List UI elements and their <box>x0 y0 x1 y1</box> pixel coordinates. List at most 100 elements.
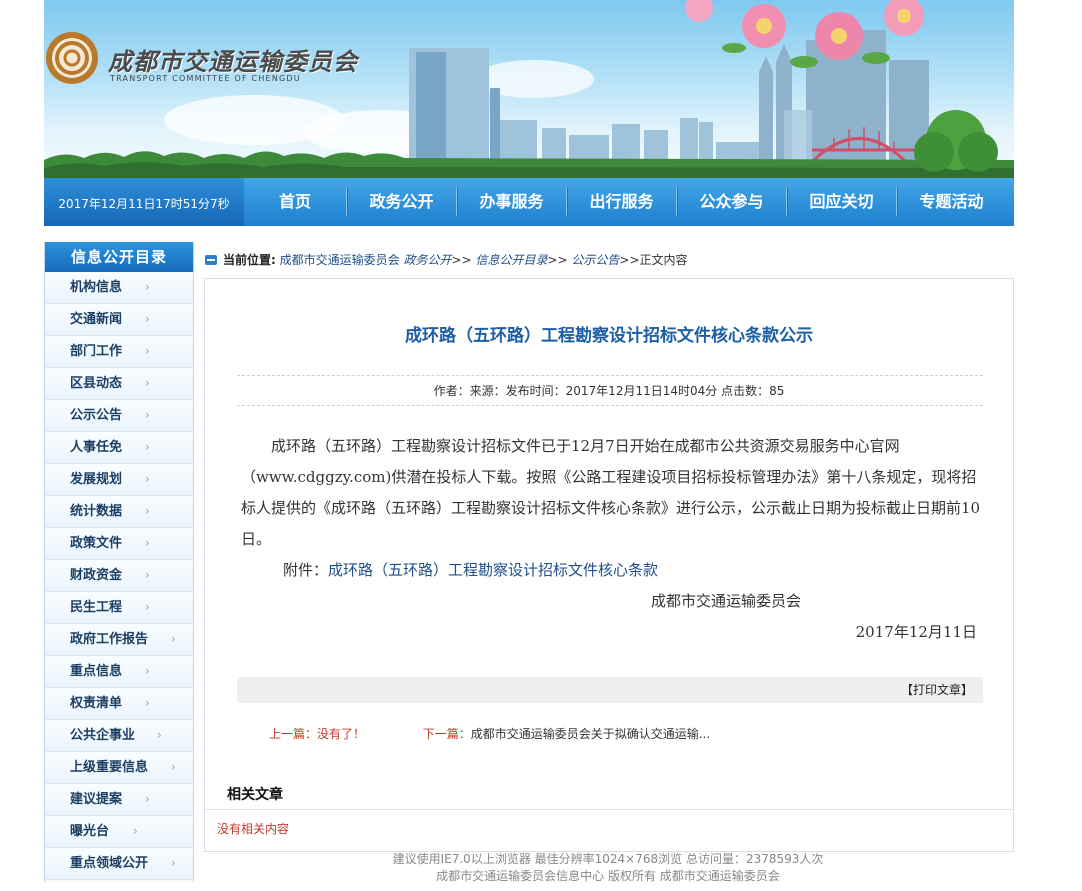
nav-services[interactable]: 办事服务 <box>457 178 566 226</box>
sidebar-item-personnel[interactable]: 人事任免 › <box>45 432 193 464</box>
sidebar-item-label: 统计数据 <box>70 504 123 519</box>
sidebar-item-key-areas[interactable]: 重点领域公开 › <box>45 848 193 880</box>
prev-next-nav: 上一篇：没有了！ 下一篇：成都市交通运输委员会关于拟确认交通运输... <box>269 725 710 742</box>
page-footer: 建议使用IE7.0以上浏览器 最佳分辨率1024×768浏览 总访问量：2378… <box>204 851 1012 885</box>
sidebar-item-label: 上级重要信息 <box>70 760 149 775</box>
next-label: 下一篇： <box>422 727 471 741</box>
breadcrumb-separator: >> <box>451 253 472 267</box>
sidebar-item-label: 财政资金 <box>70 568 123 583</box>
sidebar-item-proposals[interactable]: 建议提案 › <box>45 784 193 816</box>
sidebar-item-livelihood[interactable]: 民生工程 › <box>45 592 193 624</box>
sidebar-item-org-info[interactable]: 机构信息 › <box>45 272 193 304</box>
breadcrumb: 当前位置: 成都市交通运输委员会 政务公开>> 信息公开目录>> 公示公告>>正… <box>205 250 688 270</box>
chevron-right-icon: › <box>145 312 150 326</box>
sidebar-item-label: 区县动态 <box>70 376 123 391</box>
chevron-right-icon: › <box>145 504 150 518</box>
sidebar-item-development-plan[interactable]: 发展规划 › <box>45 464 193 496</box>
site-header: 成都市交通运输委员会 TRANSPORT COMMITTEE OF CHENGD… <box>44 0 1014 178</box>
sidebar-item-superior-info[interactable]: 上级重要信息 › <box>45 752 193 784</box>
article-body: 成环路（五环路）工程勘察设计招标文件已于12月7日开始在成都市公共资源交易服务中… <box>241 431 981 648</box>
committee-emblem-logo <box>46 32 98 84</box>
breadcrumb-level2-link[interactable]: 信息公开目录 <box>475 253 547 267</box>
sidebar-item-power-list[interactable]: 权责清单 › <box>45 688 193 720</box>
nav-public-participation[interactable]: 公众参与 <box>677 178 786 226</box>
sidebar-item-policy-documents[interactable]: 政策文件 › <box>45 528 193 560</box>
chevron-right-icon: › <box>145 344 150 358</box>
sidebar-title: 信息公开目录 <box>45 242 193 272</box>
sidebar-item-label: 部门工作 <box>70 344 123 359</box>
sidebar-item-department-work[interactable]: 部门工作 › <box>45 336 193 368</box>
article-paragraph: 成环路（五环路）工程勘察设计招标文件已于12月7日开始在成都市公共资源交易服务中… <box>241 437 981 548</box>
chevron-right-icon: › <box>171 760 176 774</box>
signer: 成都市交通运输委员会 <box>651 592 802 610</box>
sidebar-item-transport-news[interactable]: 交通新闻 › <box>45 304 193 336</box>
sidebar-item-district-news[interactable]: 区县动态 › <box>45 368 193 400</box>
chevron-right-icon: › <box>145 696 150 710</box>
sidebar-item-statistics[interactable]: 统计数据 › <box>45 496 193 528</box>
nav-home[interactable]: 首页 <box>244 178 346 226</box>
breadcrumb-current: 正文内容 <box>639 253 688 267</box>
chevron-right-icon: › <box>145 440 150 454</box>
sidebar-item-label: 民生工程 <box>70 600 123 615</box>
footer-line: 建议使用IE7.0以上浏览器 最佳分辨率1024×768浏览 总访问量：2378… <box>392 852 824 866</box>
location-icon <box>205 254 217 265</box>
chevron-right-icon: › <box>133 824 138 838</box>
chevron-right-icon: › <box>145 600 150 614</box>
chevron-right-icon: › <box>145 568 150 582</box>
breadcrumb-level3-link[interactable]: 公示公告 <box>571 253 619 267</box>
chevron-right-icon: › <box>145 664 150 678</box>
chevron-right-icon: › <box>145 408 150 422</box>
info-catalog-sidebar: 信息公开目录 机构信息 › 交通新闻 › 部门工作 › 区县动态 › 公示公告 › 人事任… <box>44 242 194 882</box>
attachment-link[interactable]: 成环路（五环路）工程勘察设计招标文件核心条款 <box>328 561 658 579</box>
sidebar-item-label: 政策文件 <box>70 536 123 551</box>
nav-special-activities[interactable]: 专题活动 <box>897 178 1006 226</box>
sidebar-item-public-enterprises[interactable]: 公共企事业 › <box>45 720 193 752</box>
main-nav: 2017年12月11日17时51分7秒 首页 政务公开 办事服务 出行服务 公众… <box>44 178 1014 226</box>
sidebar-item-label: 人事任免 <box>70 440 123 455</box>
current-datetime: 2017年12月11日17时51分7秒 <box>44 178 244 226</box>
article-title: 成环路（五环路）工程勘察设计招标文件核心条款公示 <box>405 326 813 346</box>
nav-travel-services[interactable]: 出行服务 <box>567 178 676 226</box>
breadcrumb-label: 当前位置: <box>223 253 276 267</box>
breadcrumb-level1-link[interactable]: 政务公开 <box>403 253 451 267</box>
divider <box>205 809 1013 810</box>
article-meta: 作者：来源：发布时间：2017年12月11日14时04分 点击数：85 <box>433 384 785 398</box>
org-name-en: TRANSPORT COMMITTEE OF CHENGDU <box>110 74 301 83</box>
sidebar-item-label: 交通新闻 <box>70 312 123 327</box>
chevron-right-icon: › <box>171 856 176 870</box>
chevron-right-icon: › <box>145 792 150 806</box>
org-name-cn: 成都市交通运输委员会 <box>108 48 358 76</box>
related-articles-title: 相关文章 <box>227 787 283 803</box>
sidebar-item-label: 机构信息 <box>70 280 123 295</box>
breadcrumb-home-link[interactable]: 成都市交通运输委员会 <box>280 253 400 267</box>
sign-date: 2017年12月11日 <box>855 623 977 641</box>
divider <box>237 375 983 376</box>
sidebar-item-label: 公示公告 <box>70 408 123 423</box>
next-article-link[interactable]: 成都市交通运输委员会关于拟确认交通运输... <box>471 727 710 741</box>
chevron-right-icon: › <box>145 280 150 294</box>
sidebar-item-finance[interactable]: 财政资金 › <box>45 560 193 592</box>
nav-responses[interactable]: 回应关切 <box>787 178 896 226</box>
sidebar-item-key-info[interactable]: 重点信息 › <box>45 656 193 688</box>
nav-government-affairs[interactable]: 政务公开 <box>347 178 456 226</box>
breadcrumb-separator: >> <box>547 253 568 267</box>
sidebar-item-label: 重点领域公开 <box>70 856 149 871</box>
related-empty-message: 没有相关内容 <box>217 822 290 836</box>
print-article-link[interactable]: 【打印文章】 <box>901 677 973 703</box>
prev-label: 上一篇： <box>269 727 318 741</box>
sidebar-item-label: 建议提案 <box>70 792 123 807</box>
sidebar-item-work-report[interactable]: 政府工作报告 › <box>45 624 193 656</box>
sidebar-item-exposure[interactable]: 曝光台 › <box>45 816 193 848</box>
footer-line: 成都市交通运输委员会信息中心 版权所有 成都市交通运输委员会 <box>436 869 780 883</box>
print-bar: 【打印文章】 <box>237 677 983 703</box>
sidebar-item-announcements[interactable]: 公示公告 › <box>45 400 193 432</box>
attachment-line: 附件：成环路（五环路）工程勘察设计招标文件核心条款 <box>241 555 981 586</box>
prev-value: 没有了！ <box>317 727 366 741</box>
chevron-right-icon: › <box>157 728 162 742</box>
sidebar-item-label: 重点信息 <box>70 664 123 679</box>
attachment-label: 附件： <box>283 561 329 579</box>
chevron-right-icon: › <box>145 472 150 486</box>
chevron-right-icon: › <box>145 376 150 390</box>
divider <box>237 405 983 406</box>
sidebar-item-label: 发展规划 <box>70 472 123 487</box>
